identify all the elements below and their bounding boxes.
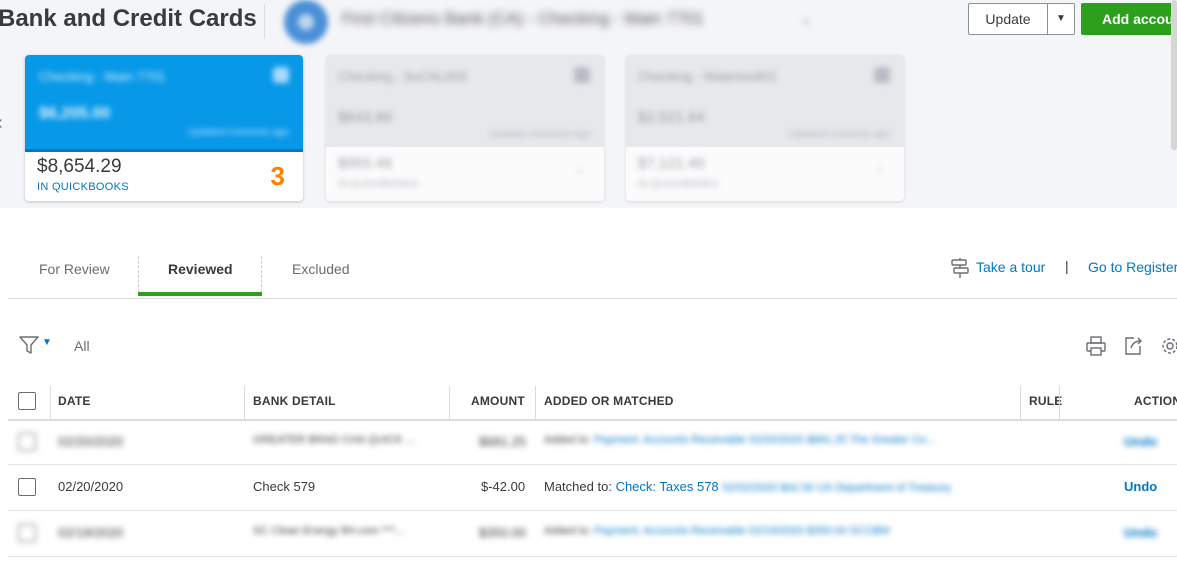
card-bank-balance: $843.86 [338, 109, 393, 126]
page-title: Bank and Credit Cards [0, 5, 257, 32]
column-divider [50, 386, 51, 419]
card-bank-balance: $6,205.00 [39, 105, 111, 122]
qb-label: IN QUICKBOOKS [338, 179, 419, 190]
qb-label: IN QUICKBOOKS [37, 181, 129, 193]
chevron-right-icon: › [577, 161, 582, 177]
filter-icon[interactable] [18, 334, 40, 356]
account-card-second[interactable]: Checking - SoCAL003 $843.86 Updated mome… [326, 55, 604, 201]
row-amount: $681.25 [479, 434, 526, 449]
column-header-amount[interactable]: AMOUNT [471, 394, 525, 408]
column-header-rule[interactable]: RULE [1029, 394, 1062, 408]
tab-for-review[interactable]: For Review [39, 261, 110, 277]
column-header-bank-detail[interactable]: BANK DETAIL [253, 394, 336, 408]
qb-label: IN QUICKBOOKS [638, 179, 719, 190]
update-dropdown-caret-icon[interactable]: ▼ [1048, 4, 1074, 34]
page-scrollbar[interactable] [1171, 0, 1177, 150]
column-divider [449, 386, 450, 419]
undo-button[interactable]: Undo [1124, 434, 1157, 449]
row-date: 02/19/2020 [58, 525, 124, 540]
added-prefix: Added to: [544, 525, 592, 537]
row-amount: $350.00 [479, 525, 526, 540]
row-date: 02/20/2020 [58, 434, 124, 449]
card-title: Checking - SoCAL003 [338, 69, 467, 84]
update-button[interactable]: Update [969, 4, 1047, 34]
added-link[interactable]: Payment: Accounts Receivable [594, 434, 746, 446]
tab-divider [261, 256, 262, 292]
row-date: 02/20/2020 [58, 479, 124, 494]
card-selected-bar [25, 149, 303, 152]
chevron-down-icon[interactable]: ⌄ [800, 10, 812, 27]
print-icon[interactable] [1085, 335, 1107, 357]
added-link[interactable]: Payment: Accounts Receivable [594, 525, 746, 537]
card-bank-updated: Updated moments ago [788, 129, 890, 140]
take-a-tour-link[interactable]: Take a tour [976, 259, 1045, 275]
column-divider [535, 386, 536, 419]
column-header-action: ACTION [1134, 394, 1177, 408]
row-bank-detail: GREATER BRAD CHA QUICK ... [253, 434, 415, 446]
undo-button[interactable]: Undo [1124, 479, 1157, 494]
card-bank-updated: Updated moments ago [488, 129, 590, 140]
filter-caret-icon[interactable]: ▼ [42, 337, 52, 348]
qb-balance: $7,121.40 [638, 155, 705, 172]
added-detail[interactable]: 02/19/2020 $350.00 SCCBM [749, 525, 890, 537]
account-card-third[interactable]: Checking - Waterloo801 $2,521.64 Updated… [626, 55, 904, 201]
review-count-badge: 3 [270, 161, 285, 191]
select-all-checkbox[interactable] [18, 392, 36, 410]
matched-detail[interactable]: 02/02/2020 $42.00 US Department of Treas… [722, 482, 951, 494]
add-account-button[interactable]: Add account [1081, 3, 1177, 35]
card-bank-icon [574, 67, 590, 83]
card-bank-balance: $2,521.64 [638, 109, 705, 126]
added-detail[interactable]: 02/20/2020 $681.25 The Greater Co... [749, 434, 935, 446]
card-bank-icon [273, 67, 289, 83]
go-to-register-link[interactable]: Go to Register [1088, 259, 1177, 275]
chevron-right-icon: › [877, 161, 882, 177]
row-added-or-matched: Added to: Payment: Accounts Receivable 0… [544, 434, 935, 446]
table-row[interactable]: 02/19/2020 SC Clean Energy 8H.com ***...… [8, 511, 1177, 557]
qb-balance: $955.46 [338, 155, 393, 172]
account-card-main[interactable]: Checking - Main 7701 $6,205.00 Updated m… [25, 55, 303, 201]
row-amount: $-42.00 [481, 479, 526, 494]
tab-reviewed[interactable]: Reviewed [168, 261, 233, 277]
link-separator: | [1065, 258, 1069, 274]
filter-value: All [74, 338, 90, 354]
row-added-or-matched: Added to: Payment: Accounts Receivable 0… [544, 525, 890, 537]
matched-link[interactable]: Check: Taxes 578 [616, 479, 719, 494]
added-prefix: Added to: [544, 434, 592, 446]
carousel-left-arrow-icon[interactable]: ‹ [0, 112, 3, 135]
review-tabs: For Review Reviewed Excluded Take a tour… [8, 250, 1177, 299]
update-button-group: Update ▼ [968, 3, 1075, 35]
active-tab-indicator [138, 292, 262, 296]
tab-excluded[interactable]: Excluded [292, 261, 350, 277]
title-divider [264, 4, 265, 38]
card-bank-icon [874, 67, 890, 83]
card-title: Checking - Main 7701 [39, 69, 166, 84]
tab-divider [138, 256, 139, 292]
row-checkbox[interactable] [18, 433, 36, 451]
table-row[interactable]: 02/20/2020 GREATER BRAD CHA QUICK ... $6… [8, 419, 1177, 465]
signpost-icon[interactable] [950, 257, 970, 279]
matched-prefix: Matched to: [544, 479, 612, 494]
account-selector[interactable]: First Citizens Bank (CA) - Checking - Ma… [342, 9, 704, 29]
column-divider [1059, 386, 1060, 419]
card-bank-updated: Updated moments ago [187, 127, 289, 138]
row-added-or-matched: Matched to: Check: Taxes 578 02/02/2020 … [544, 479, 951, 494]
qb-balance: $8,654.29 [37, 156, 122, 177]
row-checkbox[interactable] [18, 478, 36, 496]
export-icon[interactable] [1122, 335, 1144, 357]
bank-logo-icon [284, 0, 328, 44]
undo-button[interactable]: Undo [1124, 525, 1157, 540]
table-header: DATE BANK DETAIL AMOUNT ADDED OR MATCHED… [8, 382, 1177, 421]
row-checkbox[interactable] [18, 524, 36, 542]
column-divider [1020, 386, 1021, 419]
column-divider [244, 386, 245, 419]
gear-icon[interactable] [1159, 335, 1177, 357]
column-header-added-or-matched[interactable]: ADDED OR MATCHED [544, 394, 674, 408]
row-bank-detail: SC Clean Energy 8H.com ***... [253, 525, 405, 537]
table-row[interactable]: 02/20/2020 Check 579 $-42.00 Matched to:… [8, 465, 1177, 511]
row-bank-detail: Check 579 [253, 479, 316, 494]
card-title: Checking - Waterloo801 [638, 69, 777, 84]
column-header-date[interactable]: DATE [58, 394, 91, 408]
